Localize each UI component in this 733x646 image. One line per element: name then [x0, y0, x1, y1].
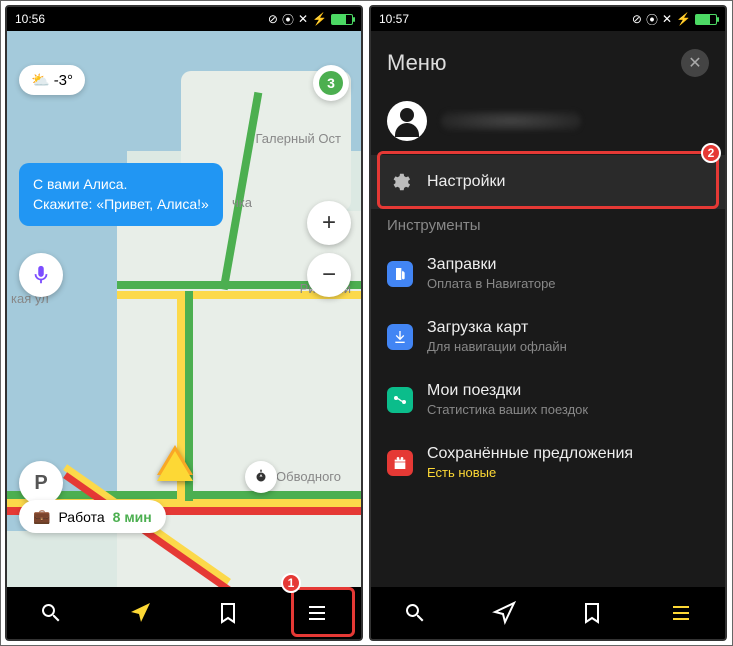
saved-sub: Есть новые: [427, 465, 633, 480]
briefcase-icon: 💼: [33, 508, 50, 525]
navigate-icon: [128, 601, 152, 625]
menu-icon: [669, 601, 693, 625]
search-icon: [403, 601, 427, 625]
zoom-in-button[interactable]: +: [307, 201, 351, 245]
fuel-sub: Оплата в Навигаторе: [427, 276, 556, 291]
nav-menu[interactable]: [297, 593, 337, 633]
weather-icon: ⛅: [31, 71, 50, 89]
weather-temp: -3°: [54, 72, 73, 89]
download-icon: [387, 324, 413, 350]
download-title: Загрузка карт: [427, 319, 567, 337]
status-time: 10:57: [379, 12, 409, 26]
bookmark-icon: [580, 601, 604, 625]
navigate-icon: [492, 601, 516, 625]
phone-left: 10:56 ⊘⦿✕⚡ Галерный Ост Рижский наб Обво…: [5, 5, 363, 641]
alice-text-2: Скажите: «Привет, Алиса!»: [33, 195, 209, 215]
voice-button[interactable]: [19, 253, 63, 297]
battery-icon: [331, 14, 353, 25]
traffic-button[interactable]: 3: [313, 65, 349, 101]
fuel-title: Заправки: [427, 256, 556, 274]
traffic-level: 3: [319, 71, 343, 95]
alice-bubble[interactable]: С вами Алиса. Скажите: «Привет, Алиса!»: [19, 163, 223, 226]
compass-icon: [252, 468, 270, 486]
map-label: чка: [232, 195, 252, 210]
weather-pill[interactable]: ⛅ -3°: [19, 65, 85, 95]
gift-icon: [387, 450, 413, 476]
trips-sub: Статистика ваших поездок: [427, 402, 588, 417]
map-label: Галерный Ост: [255, 131, 341, 146]
work-time: 8 мин: [113, 509, 152, 525]
menu-item-settings[interactable]: Настройки: [371, 155, 725, 209]
menu-item-saved[interactable]: Сохранённые предложения Есть новые: [371, 431, 725, 494]
status-bar: 10:57 ⊘⦿✕⚡: [371, 7, 725, 31]
status-time: 10:56: [15, 12, 45, 26]
microphone-icon: [30, 264, 52, 286]
menu-item-download[interactable]: Загрузка карт Для навигации офлайн: [371, 305, 725, 368]
map-view[interactable]: Галерный Ост Рижский наб Обводного кая у…: [7, 31, 361, 591]
download-sub: Для навигации офлайн: [427, 339, 567, 354]
annotation-badge-1: 1: [281, 573, 301, 593]
section-tools-label: Инструменты: [371, 209, 725, 242]
menu-panel: Меню ✕ Настройки 2 Инструменты: [371, 31, 725, 639]
work-shortcut[interactable]: 💼 Работа 8 мин: [19, 500, 166, 533]
compass-button[interactable]: [245, 461, 277, 493]
battery-icon: [695, 14, 717, 25]
profile-row[interactable]: [371, 87, 725, 155]
menu-item-fuel[interactable]: Заправки Оплата в Навигаторе: [371, 242, 725, 305]
menu-icon: [305, 601, 329, 625]
nav-bookmarks[interactable]: [208, 593, 248, 633]
bookmark-icon: [216, 601, 240, 625]
bottom-nav: [371, 587, 725, 639]
nav-menu[interactable]: [661, 593, 701, 633]
work-label: Работа: [58, 509, 104, 525]
nav-navigate[interactable]: [120, 593, 160, 633]
location-marker-icon: [157, 451, 193, 481]
menu-title: Меню: [387, 50, 446, 76]
trips-title: Мои поездки: [427, 382, 588, 400]
profile-name-redacted: [441, 111, 581, 131]
annotation-badge-2: 2: [701, 143, 721, 163]
status-icons: ⊘⦿✕⚡: [632, 11, 717, 28]
alice-text-1: С вами Алиса.: [33, 175, 209, 195]
gear-icon: [387, 169, 413, 195]
search-icon: [39, 601, 63, 625]
settings-label: Настройки: [427, 173, 505, 191]
status-bar: 10:56 ⊘⦿✕⚡: [7, 7, 361, 31]
nav-bookmarks[interactable]: [572, 593, 612, 633]
bottom-nav: [7, 587, 361, 639]
close-button[interactable]: ✕: [681, 49, 709, 77]
phone-right: 10:57 ⊘⦿✕⚡ Меню ✕ Настройки 2: [369, 5, 727, 641]
menu-item-trips[interactable]: Мои поездки Статистика ваших поездок: [371, 368, 725, 431]
nav-navigate[interactable]: [484, 593, 524, 633]
status-icons: ⊘⦿✕⚡: [268, 11, 353, 28]
saved-title: Сохранённые предложения: [427, 445, 633, 463]
avatar-icon: [387, 101, 427, 141]
close-icon: ✕: [688, 53, 701, 73]
trips-icon: [387, 387, 413, 413]
nav-search[interactable]: [31, 593, 71, 633]
zoom-out-button[interactable]: −: [307, 253, 351, 297]
nav-search[interactable]: [395, 593, 435, 633]
parking-button[interactable]: P: [19, 461, 63, 505]
fuel-icon: [387, 261, 413, 287]
